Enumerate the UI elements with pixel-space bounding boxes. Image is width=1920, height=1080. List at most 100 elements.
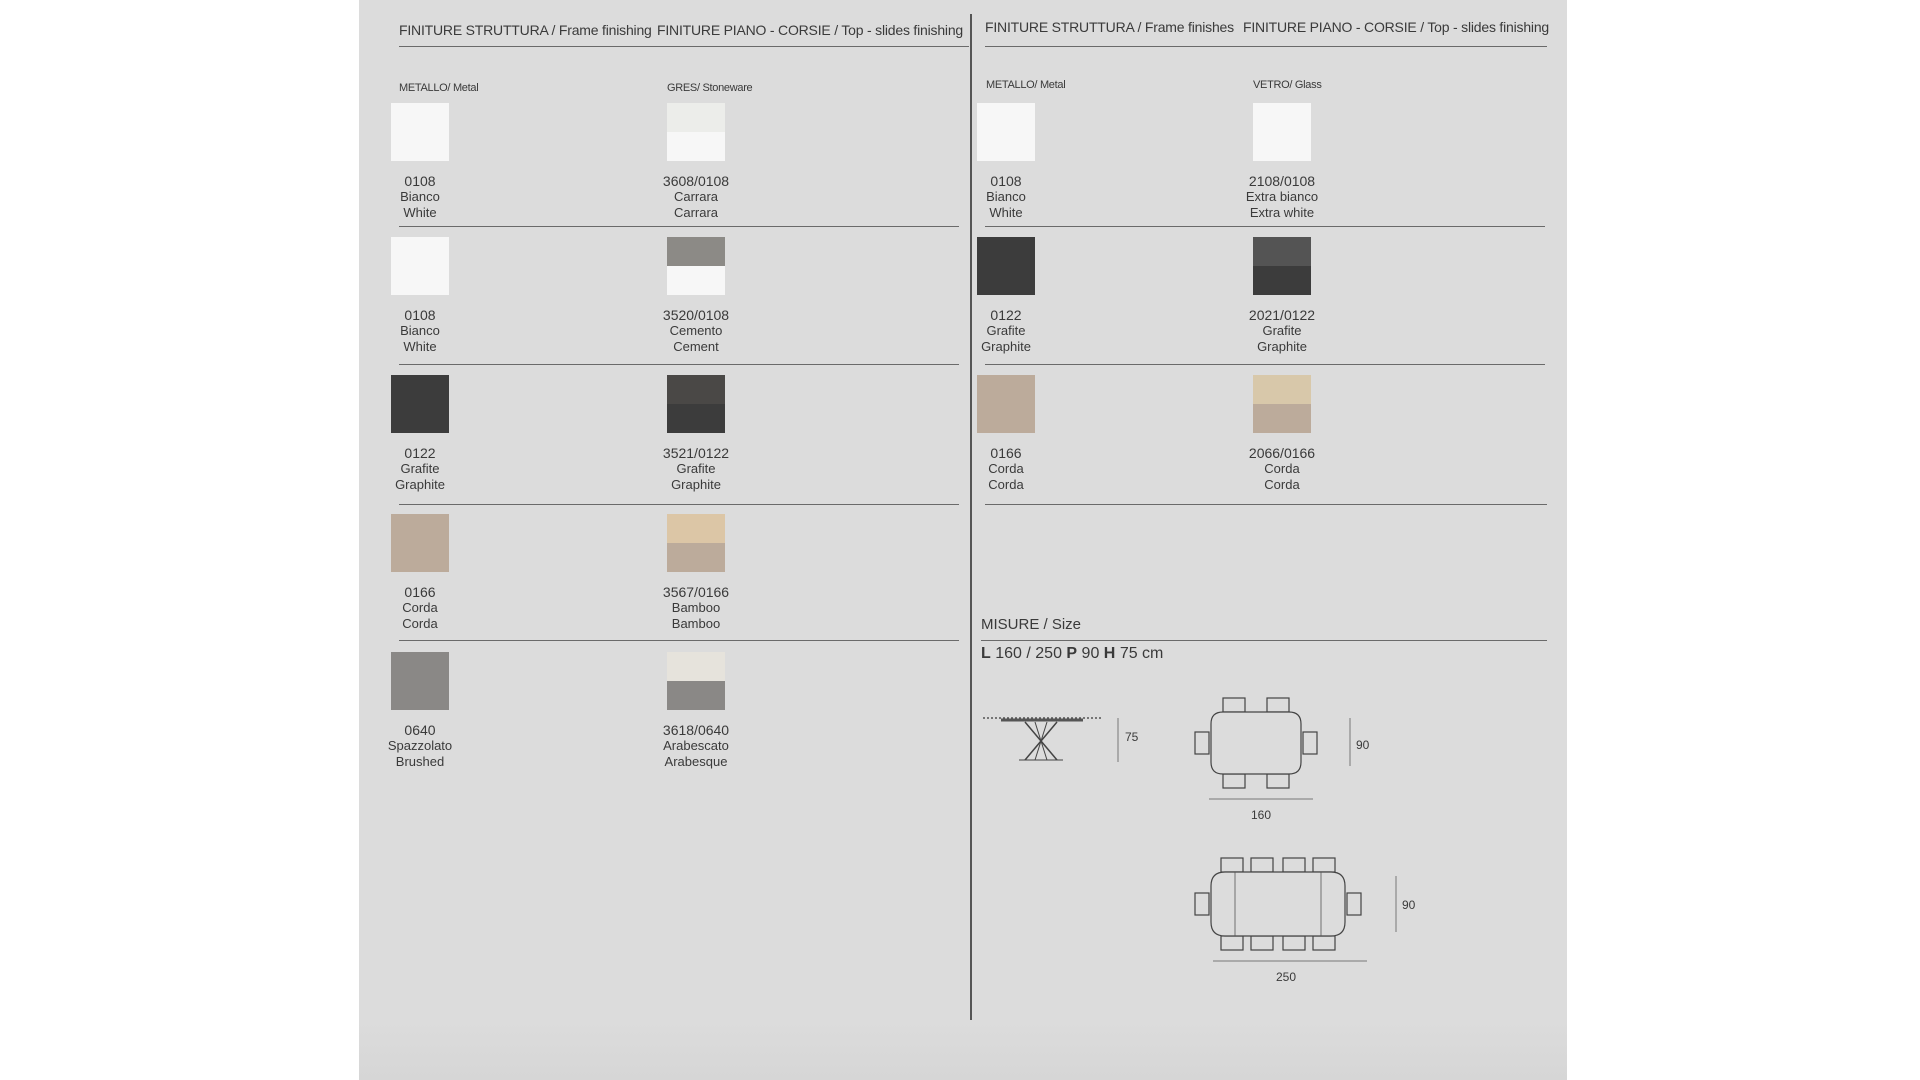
size-p-label: P — [1066, 645, 1078, 662]
swatch-right-top-0[interactable]: 2108/0108 Extra bianco Extra white — [1223, 103, 1341, 221]
row-rule — [985, 364, 1545, 365]
swatch-name-en: White — [989, 205, 1023, 220]
swatch-left-top-4[interactable]: 3618/0640 Arabescato Arabesque — [637, 652, 755, 770]
swatch-chip — [667, 375, 725, 433]
swatch-left-frame-4[interactable]: 0640 Spazzolato Brushed — [361, 652, 479, 770]
height-dim-line — [1117, 718, 1119, 762]
length-dim-line-250 — [1213, 960, 1367, 962]
swatch-right-frame-1[interactable]: 0122 Grafite Graphite — [947, 237, 1065, 355]
row-rule — [399, 640, 959, 641]
swatch-chip — [391, 514, 449, 572]
row-rule — [399, 504, 959, 505]
swatch-name-it: Bianco — [986, 189, 1026, 204]
dim-length-250: 250 — [1276, 970, 1297, 984]
swatch-chip — [667, 237, 725, 295]
swatch-code: 2108/0108 — [1248, 173, 1316, 189]
swatch-name-en: Graphite — [395, 477, 445, 492]
length-dim-line-160 — [1209, 798, 1313, 800]
size-title: MISURE / Size — [981, 616, 1082, 633]
swatch-right-top-1[interactable]: 2021/0122 Grafite Graphite — [1223, 237, 1341, 355]
swatch-code: 3567/0166 — [662, 584, 730, 600]
swatch-chip — [1253, 237, 1311, 295]
swatch-code: 0122 — [990, 307, 1022, 323]
swatch-name-en: Corda — [988, 477, 1024, 492]
left-header-rule — [399, 46, 969, 47]
swatch-chip — [667, 103, 725, 161]
finishes-sheet: FINITURE STRUTTURA / Frame finishing FIN… — [359, 0, 1567, 1080]
swatch-name-it: Arabescato — [663, 738, 729, 753]
swatch-name-it: Bianco — [400, 189, 440, 204]
swatch-chip — [391, 237, 449, 295]
swatch-right-top-2[interactable]: 2066/0166 Corda Corda — [1223, 375, 1341, 493]
swatch-name-en: Corda — [1264, 477, 1300, 492]
swatch-name-it: Extra bianco — [1245, 189, 1319, 204]
swatch-name-en: White — [403, 205, 437, 220]
depth-dim-line-160 — [1349, 718, 1351, 766]
left-cat-stoneware: GRES/ Stoneware — [667, 82, 753, 94]
swatch-name-en: Brushed — [395, 754, 445, 769]
swatch-left-top-3[interactable]: 3567/0166 Bamboo Bamboo — [637, 514, 755, 632]
swatch-left-frame-3[interactable]: 0166 Corda Corda — [361, 514, 479, 632]
swatch-right-frame-0[interactable]: 0108 Bianco White — [947, 103, 1065, 221]
swatch-code: 0108 — [404, 307, 436, 323]
row-rule — [985, 226, 1545, 227]
swatch-code: 0108 — [404, 173, 436, 189]
dim-depth-160: 90 — [1356, 738, 1370, 752]
swatch-code: 0122 — [404, 445, 436, 461]
dim-depth-250: 90 — [1402, 898, 1416, 912]
right-header-rule — [985, 46, 1547, 47]
swatch-left-top-2[interactable]: 3521/0122 Grafite Graphite — [637, 375, 755, 493]
swatch-left-frame-1[interactable]: 0108 Bianco White — [361, 237, 479, 355]
right-header-frame: FINITURE STRUTTURA / Frame finishes — [985, 19, 1234, 35]
swatch-chip — [391, 375, 449, 433]
swatch-code: 3521/0122 — [662, 445, 730, 461]
swatch-name-en: Cement — [673, 339, 719, 354]
swatch-name-it: Bamboo — [671, 600, 721, 615]
row-rule — [985, 504, 1547, 505]
size-rule — [981, 640, 1547, 641]
swatch-name-it: Grafite — [1262, 323, 1302, 338]
swatch-left-frame-0[interactable]: 0108 Bianco White — [361, 103, 479, 221]
swatch-code: 3618/0640 — [662, 722, 730, 738]
swatch-name-en: Bamboo — [671, 616, 721, 631]
swatch-left-frame-2[interactable]: 0122 Grafite Graphite — [361, 375, 479, 493]
size-h-value: 75 cm — [1119, 645, 1164, 662]
depth-dim-line-250 — [1395, 876, 1397, 932]
swatch-chip — [667, 514, 725, 572]
swatch-name-it: Carrara — [673, 189, 719, 204]
swatch-name-it: Corda — [402, 600, 438, 615]
size-h-label: H — [1103, 645, 1116, 662]
swatch-code: 0166 — [404, 584, 436, 600]
table-top-view-160 — [1194, 697, 1318, 789]
swatch-name-en: Corda — [402, 616, 438, 631]
swatch-chip — [977, 237, 1035, 295]
swatch-code: 0166 — [990, 445, 1022, 461]
swatch-name-en: Graphite — [671, 477, 721, 492]
left-header-frame: FINITURE STRUTTURA / Frame finishing — [399, 22, 652, 38]
left-header-top: FINITURE PIANO - CORSIE / Top - slides f… — [657, 22, 964, 38]
swatch-code: 0108 — [990, 173, 1022, 189]
swatch-name-it: Grafite — [400, 461, 440, 476]
size-l-label: L — [981, 645, 991, 662]
swatch-name-it: Spazzolato — [387, 738, 453, 753]
swatch-code: 0640 — [404, 722, 436, 738]
right-header-top: FINITURE PIANO - CORSIE / Top - slides f… — [1243, 19, 1550, 35]
swatch-right-frame-2[interactable]: 0166 Corda Corda — [947, 375, 1065, 493]
swatch-left-top-1[interactable]: 3520/0108 Cemento Cement — [637, 237, 755, 355]
swatch-name-it: Grafite — [986, 323, 1026, 338]
size-dimensions: L 160 / 250 P 90 H 75 cm — [981, 645, 1163, 663]
swatch-name-en: Arabesque — [664, 754, 728, 769]
swatch-name-it: Corda — [988, 461, 1024, 476]
swatch-name-en: Extra white — [1249, 205, 1315, 220]
size-l-value: 160 / 250 — [995, 645, 1062, 662]
swatch-left-top-0[interactable]: 3608/0108 Carrara Carrara — [637, 103, 755, 221]
swatch-name-en: Graphite — [1257, 339, 1307, 354]
swatch-chip — [1253, 375, 1311, 433]
swatch-code: 3608/0108 — [662, 173, 730, 189]
swatch-code: 2066/0166 — [1248, 445, 1316, 461]
swatch-chip — [977, 103, 1035, 161]
swatch-chip — [391, 652, 449, 710]
swatch-name-en: Carrara — [673, 205, 719, 220]
dim-height: 75 — [1125, 730, 1139, 744]
table-top-view-250 — [1194, 857, 1362, 951]
